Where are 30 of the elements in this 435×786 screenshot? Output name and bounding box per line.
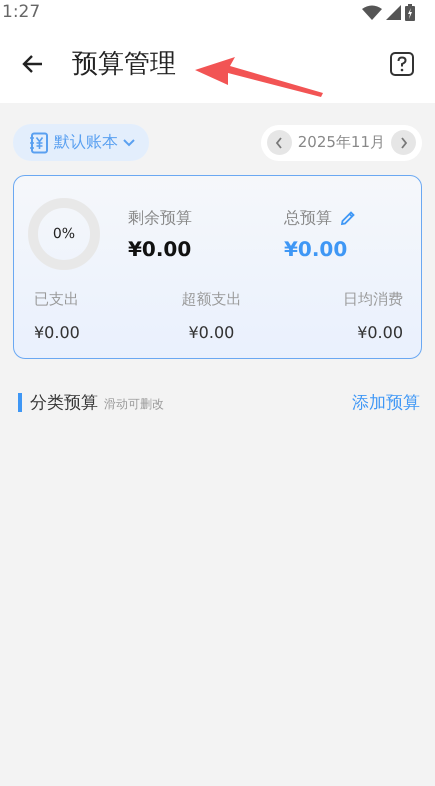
page-title: 预算管理 — [72, 48, 177, 81]
next-month-button[interactable] — [391, 130, 416, 155]
stat-label: 已支出 — [34, 290, 79, 309]
section-hint: 滑动可删改 — [104, 396, 165, 413]
stat-label: 超额支出 — [181, 290, 242, 309]
chevron-down-icon — [123, 138, 135, 146]
stat-label: 日均消费 — [343, 290, 403, 309]
ledger-icon — [29, 132, 49, 154]
wifi-icon — [362, 4, 382, 20]
remaining-amount: ¥0.00 — [128, 236, 192, 260]
add-budget-link[interactable]: 添加预算 — [352, 391, 420, 414]
section-marker — [18, 393, 22, 412]
signal-icon — [386, 4, 401, 20]
total-amount: ¥0.00 — [284, 236, 348, 260]
account-selector[interactable]: 默认账本 — [13, 124, 149, 161]
stat-value: ¥0.00 — [188, 323, 234, 342]
battery-icon — [405, 4, 415, 20]
chevron-right-icon — [400, 136, 408, 148]
chevron-left-icon — [275, 136, 284, 148]
edit-icon[interactable] — [340, 210, 356, 226]
progress-percent: 0% — [52, 227, 76, 241]
section-title: 分类预算 — [30, 392, 98, 414]
status-time: 1:27 — [2, 2, 40, 22]
remaining-label: 剩余预算 — [128, 208, 193, 228]
previous-month-button[interactable] — [266, 130, 292, 155]
total-label: 总预算 — [284, 208, 332, 228]
help-button[interactable] — [389, 50, 415, 76]
month-label: 2025年11月 — [298, 133, 385, 152]
stat-value: ¥0.00 — [357, 323, 403, 342]
stat-value: ¥0.00 — [34, 323, 80, 342]
